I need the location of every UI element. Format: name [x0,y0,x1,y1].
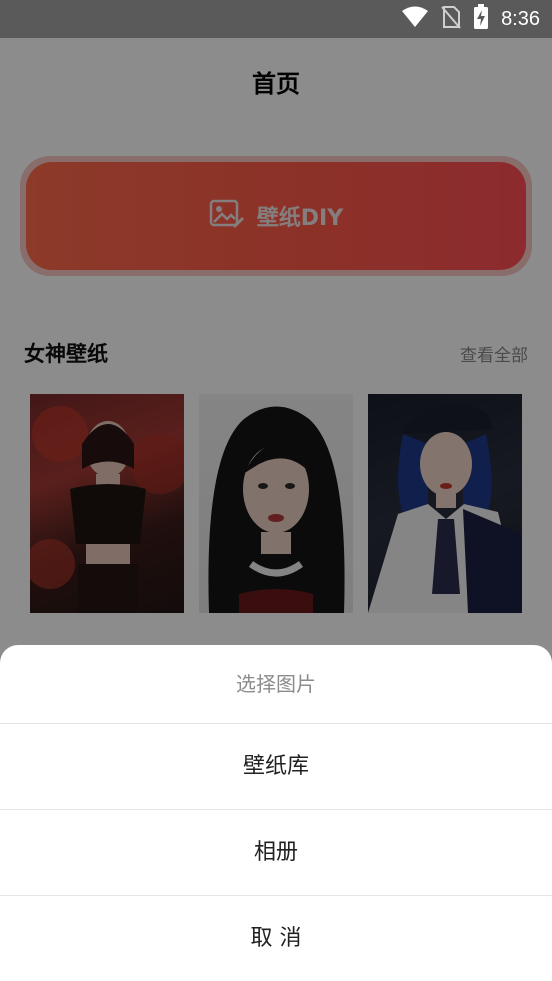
status-bar: 8:36 [0,0,552,38]
action-sheet-title: 选择图片 [236,672,316,696]
select-image-action-sheet: 选择图片 壁纸库 相册 取 消 [0,645,552,981]
cancel-button[interactable]: 取 消 [0,896,552,981]
wallpaper-library-option[interactable]: 壁纸库 [0,724,552,809]
wifi-icon [401,6,429,32]
album-option[interactable]: 相册 [0,810,552,895]
battery-charging-icon [473,4,489,34]
status-icons: 8:36 [401,4,540,34]
status-time: 8:36 [501,7,540,30]
no-sim-icon [441,5,461,33]
